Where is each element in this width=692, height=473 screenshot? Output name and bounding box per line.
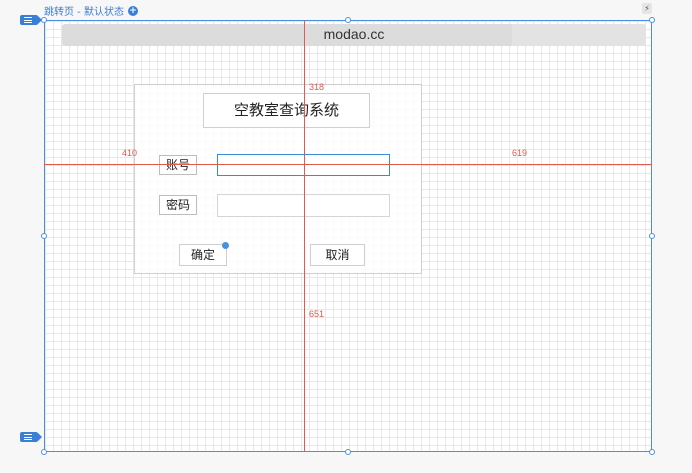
add-state-icon[interactable]: + bbox=[127, 5, 138, 16]
resize-handle-bottom-left[interactable] bbox=[41, 449, 47, 455]
resize-handle-top[interactable] bbox=[345, 17, 351, 23]
confirm-button-label: 确定 bbox=[190, 248, 215, 262]
distance-bottom: 651 bbox=[309, 309, 325, 319]
browser-address-bar: modao.cc bbox=[62, 24, 646, 46]
account-label[interactable]: 账号 bbox=[159, 155, 197, 175]
vertical-guide-line bbox=[304, 20, 305, 452]
system-title[interactable]: 空教室查询系统 bbox=[203, 93, 370, 128]
resize-handle-left[interactable] bbox=[41, 233, 47, 239]
browser-url: modao.cc bbox=[323, 26, 385, 42]
password-label[interactable]: 密码 bbox=[159, 195, 197, 215]
distance-right: 619 bbox=[512, 148, 528, 158]
horizontal-guide-line bbox=[44, 164, 652, 165]
state-title-text: 跳转页 - 默认状态 bbox=[44, 7, 124, 18]
resize-handle-bottom-right[interactable] bbox=[649, 449, 655, 455]
resize-handle-top-right[interactable] bbox=[649, 17, 655, 23]
layer-menu-icon[interactable] bbox=[20, 15, 42, 25]
resize-handle-bottom[interactable] bbox=[345, 449, 351, 455]
cancel-button[interactable]: 取消 bbox=[310, 244, 365, 266]
resize-handle-top-left[interactable] bbox=[41, 17, 47, 23]
distance-top: 318 bbox=[309, 82, 325, 92]
layer-menu-icon-bottom[interactable] bbox=[20, 432, 42, 442]
resize-handle-right[interactable] bbox=[649, 233, 655, 239]
lightning-icon[interactable]: ⚡ bbox=[642, 3, 652, 14]
prototype-editor: 跳转页 - 默认状态 + ⚡ modao.cc 空教室查询系统 账号 密码 确定… bbox=[0, 0, 692, 473]
distance-left: 410 bbox=[122, 148, 138, 158]
interaction-dot-icon bbox=[222, 242, 229, 249]
state-title[interactable]: 跳转页 - 默认状态 + bbox=[44, 3, 138, 18]
confirm-button[interactable]: 确定 bbox=[179, 242, 229, 266]
